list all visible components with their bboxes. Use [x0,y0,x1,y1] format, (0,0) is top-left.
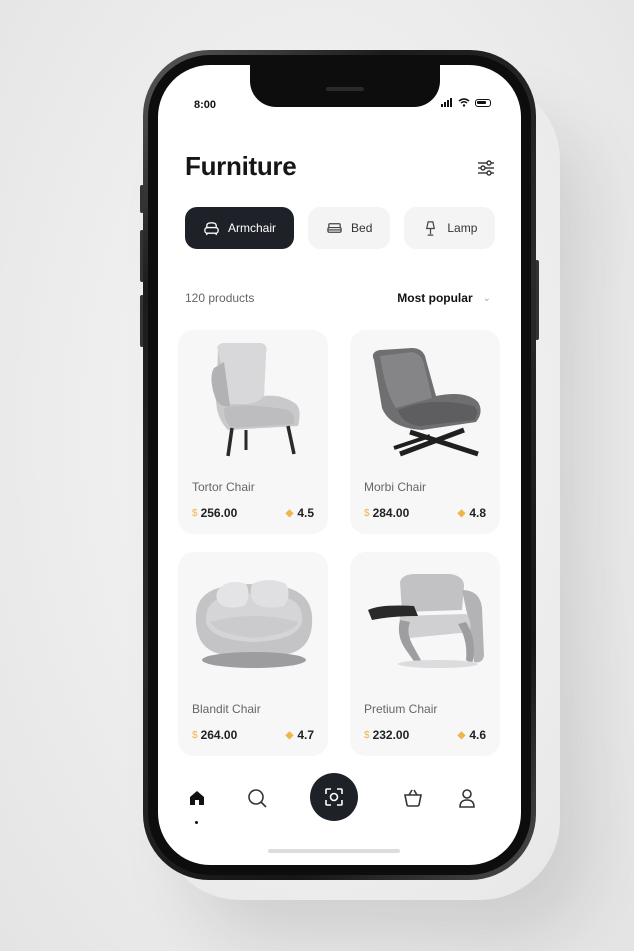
product-price: $ 256.00 [192,506,237,520]
scan-icon [325,788,343,806]
lamp-icon [426,220,436,236]
home-indicator [268,849,400,853]
currency-icon: $ [192,507,198,519]
product-price: $ 232.00 [364,728,409,742]
product-rating: ◆ 4.8 [458,506,486,520]
bed-icon [327,222,342,233]
profile-icon [459,789,475,808]
price-value: 284.00 [372,506,410,520]
product-rating: ◆ 4.5 [286,506,314,520]
product-rating: ◆ 4.7 [286,728,314,742]
product-card[interactable]: Morbi Chair $ 284.00 ◆ 4.8 [350,330,500,534]
status-time: 8:00 [194,99,217,111]
rating-value: 4.5 [297,506,314,520]
star-icon: ◆ [457,729,466,741]
home-icon [190,791,204,805]
active-indicator [195,821,198,824]
currency-icon: $ [192,729,198,741]
category-chip-label: Bed [351,221,373,235]
star-icon: ◆ [285,507,294,519]
notch [250,65,440,107]
category-chip-label: Armchair [228,221,277,235]
nav-scan-button[interactable] [310,773,358,821]
category-chip-armchair[interactable]: Armchair [185,207,295,249]
rating-value: 4.8 [469,506,486,520]
search-icon [248,789,267,808]
product-price: $ 264.00 [192,728,237,742]
basket-icon [404,789,422,807]
rating-value: 4.7 [297,728,314,742]
round-loveseat-image [195,580,313,668]
currency-icon: $ [364,507,370,519]
lounge-chair-image [372,348,481,457]
product-name: Blandit Chair [192,702,261,716]
sort-label: Most popular [397,291,473,305]
wingback-armchair-image [211,343,300,457]
star-icon: ◆ [285,729,294,741]
nav-profile[interactable] [454,785,480,811]
app-screen: 8:00 Furniture Armchair Bed Lamp 120 pro… [158,65,521,865]
armchair-icon [204,221,219,235]
category-chip-lamp[interactable]: Lamp [404,207,496,249]
product-card[interactable]: Blandit Chair $ 264.00 ◆ 4.7 [178,552,328,756]
category-chips: Armchair Bed Lamp [185,207,496,249]
battery-icon [475,98,491,107]
product-name: Tortor Chair [192,480,255,494]
status-icons [441,98,491,107]
bottom-nav [158,767,521,837]
speaker [326,87,364,91]
wifi-icon [458,98,470,107]
phone-frame: 8:00 Furniture Armchair Bed Lamp 120 pro… [143,50,536,880]
price-value: 264.00 [200,728,238,742]
product-rating: ◆ 4.6 [458,728,486,742]
page-title: Furniture [185,151,297,181]
currency-icon: $ [364,729,370,741]
phone-bezel: 8:00 Furniture Armchair Bed Lamp 120 pro… [148,55,531,875]
category-chip-bed[interactable]: Bed [308,207,391,249]
category-chip-label: Lamp [447,221,478,235]
product-card[interactable]: Tortor Chair $ 256.00 ◆ 4.5 [178,330,328,534]
product-name: Morbi Chair [364,480,427,494]
star-icon: ◆ [457,507,466,519]
filter-icon[interactable] [475,157,497,179]
price-value: 232.00 [372,728,410,742]
product-count: 120 products [185,291,255,305]
nav-home[interactable] [184,785,210,811]
signal-icon [441,98,452,107]
sort-dropdown[interactable]: Most popular ⌄ [397,291,491,305]
nav-basket[interactable] [400,785,426,811]
product-name: Pretium Chair [364,702,438,716]
rating-value: 4.6 [469,728,486,742]
modern-armchair-image [368,574,484,668]
product-grid: Tortor Chair $ 256.00 ◆ 4.5 Morbi Chair … [178,330,500,756]
nav-search[interactable] [244,785,270,811]
price-value: 256.00 [200,506,238,520]
chevron-down-icon: ⌄ [482,292,491,304]
product-price: $ 284.00 [364,506,409,520]
product-card[interactable]: Pretium Chair $ 232.00 ◆ 4.6 [350,552,500,756]
